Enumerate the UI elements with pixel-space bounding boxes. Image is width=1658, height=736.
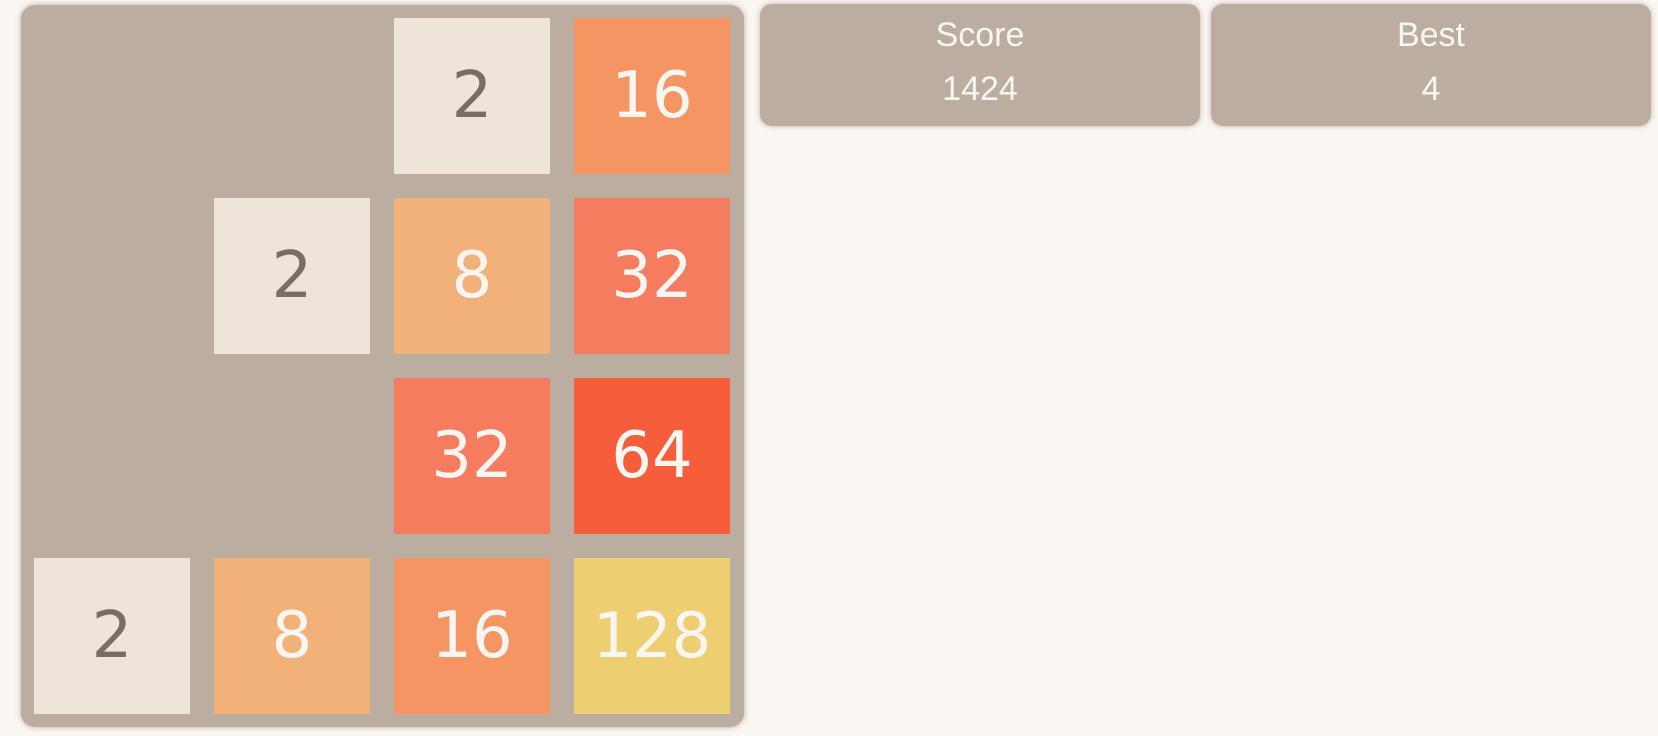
tile-32: 32 [574, 198, 730, 354]
tile-16: 16 [574, 18, 730, 174]
tile-128: 128 [574, 558, 730, 714]
best-label: Best [1396, 16, 1466, 54]
tile-16: 16 [394, 558, 550, 714]
tile-2: 2 [34, 558, 190, 714]
score-box: Score 1424 [760, 4, 1200, 126]
best-value: 4 [1421, 70, 1441, 108]
tile-32: 32 [394, 378, 550, 534]
game-board[interactable]: 2 16 2 8 32 32 64 2 8 16 128 [21, 5, 744, 727]
tile-8: 8 [394, 198, 550, 354]
score-value: 1424 [942, 70, 1018, 108]
tile-2: 2 [394, 18, 550, 174]
score-label: Score [935, 16, 1025, 54]
tile-2: 2 [214, 198, 370, 354]
best-score-box: Best 4 [1211, 4, 1651, 126]
tile-64: 64 [574, 378, 730, 534]
tile-8: 8 [214, 558, 370, 714]
